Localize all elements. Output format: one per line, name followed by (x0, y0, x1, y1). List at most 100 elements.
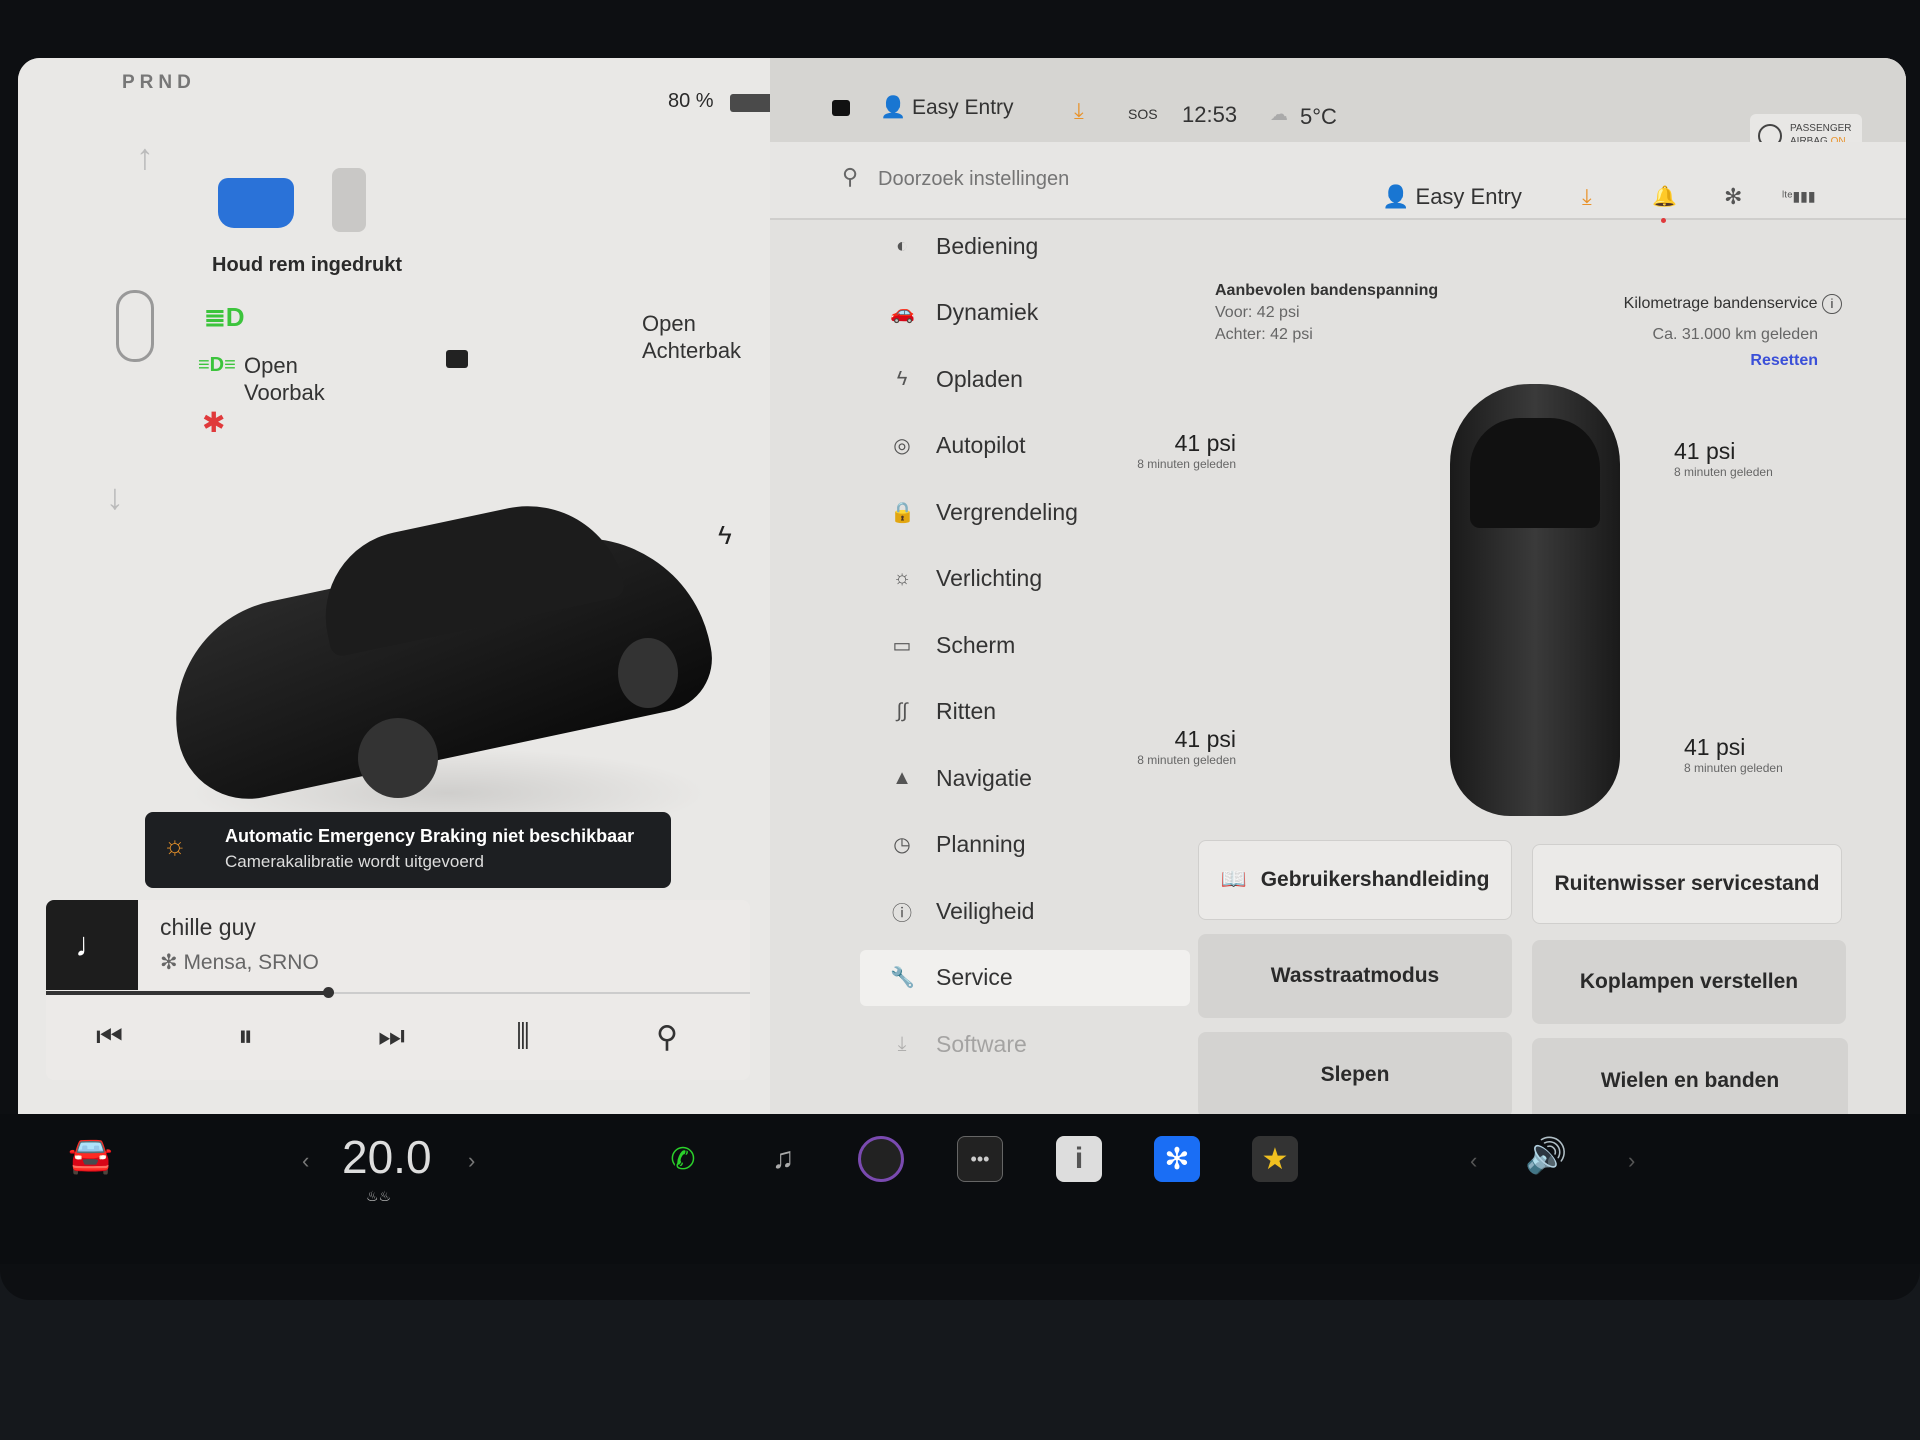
up-arrow-icon: ↑ (136, 136, 154, 177)
volume-up-button[interactable]: › (1628, 1148, 1635, 1174)
volume-icon[interactable]: 🔊 (1525, 1136, 1567, 1176)
car-wash-mode-button[interactable]: Wasstraatmodus (1198, 934, 1512, 1018)
display-icon: ▭ (892, 634, 912, 657)
pause-button[interactable]: ⏸ (238, 1020, 253, 1054)
lock-icon: 🔒 (890, 501, 915, 524)
rr-time: 8 minuten geleden (1684, 761, 1783, 775)
menu-item-opladen[interactable]: ϟ Opladen (860, 351, 1190, 407)
previous-track-button[interactable]: ⏮ (96, 1020, 123, 1054)
phone-icon[interactable]: ✆ (660, 1136, 706, 1182)
accelerator-pedal-icon (332, 168, 366, 232)
car-outline-icon (116, 290, 154, 362)
trips-icon: ∫∫ (896, 700, 908, 722)
info-icon[interactable]: i (1822, 294, 1842, 314)
menu-item-label: Software (936, 1030, 1027, 1057)
menu-item-planning[interactable]: ◷ Planning (860, 817, 1190, 873)
charge-port-icon[interactable]: ϟ (718, 520, 732, 551)
media-search-button[interactable]: ⚲ (656, 1020, 678, 1055)
trunk-label-1: Open (642, 311, 696, 336)
owners-manual-button[interactable]: 📖 Gebruikershandleiding (1198, 840, 1512, 920)
manual-icon[interactable]: i (1056, 1136, 1102, 1182)
temp-down-button[interactable]: ‹ (302, 1148, 309, 1174)
bolt-icon: ϟ (896, 367, 908, 390)
camera-icon[interactable] (858, 1136, 904, 1182)
menu-item-veiligheid[interactable]: ⓘ Veiligheid (860, 883, 1190, 939)
menu-item-label: Verlichting (936, 565, 1043, 591)
tire-rear-right: 41 psi 8 minuten geleden (1684, 734, 1783, 775)
recommended-pressure-title: Aanbevolen bandenspanning (1215, 282, 1439, 299)
reset-link[interactable]: Resetten (1750, 352, 1818, 370)
wheels-tires-button[interactable]: Wielen en banden (1532, 1038, 1848, 1114)
more-icon[interactable]: ••• (957, 1136, 1003, 1182)
cloud-icon: ☁ (1270, 104, 1288, 124)
track-title: chille guy (160, 914, 256, 940)
temp-up-button[interactable]: › (468, 1148, 475, 1174)
menu-item-label: Planning (936, 831, 1026, 857)
tow-mode-button[interactable]: Slepen (1198, 1032, 1512, 1114)
menu-item-label: Autopilot (936, 432, 1026, 458)
menu-item-label: Ritten (936, 698, 997, 724)
menu-item-service[interactable]: 🔧 Service (860, 949, 1190, 1006)
tire-rear-left: 41 psi 8 minuten geleden (1137, 726, 1236, 767)
progress-fill (46, 991, 328, 995)
cabin-temperature[interactable]: 20.0 (342, 1130, 432, 1184)
artist-text: Mensa, SRNO (183, 951, 319, 974)
menu-item-software[interactable]: ⤓ Software (860, 1016, 1190, 1072)
tire-service-value: Ca. 31.000 km geleden (1652, 326, 1818, 343)
unlock-icon[interactable] (446, 350, 468, 368)
car-controls-icon[interactable]: 🚘 (68, 1134, 113, 1176)
bluetooth-icon[interactable]: ✻ (1154, 1136, 1200, 1182)
next-track-button[interactable]: ⏭ (378, 1020, 405, 1054)
seat-heater-icon[interactable]: ♨♨ (366, 1188, 391, 1205)
menu-item-scherm[interactable]: ▭ Scherm (860, 617, 1190, 673)
wiper-service-button[interactable]: Ruitenwisser servicestand (1532, 844, 1842, 924)
fl-value: 41 psi (1174, 430, 1236, 456)
menu-item-label: Vergrendeling (936, 498, 1078, 525)
menu-item-label: Scherm (936, 631, 1016, 658)
status-profile-text: Easy Entry (911, 96, 1014, 119)
menu-item-dynamiek[interactable]: 🚗 Dynamiek (860, 285, 1190, 341)
status-profile[interactable]: 👤 Easy Entry (880, 96, 1014, 120)
volume-down-button[interactable]: ‹ (1470, 1148, 1477, 1174)
adjust-headlights-button[interactable]: Koplampen verstellen (1532, 940, 1846, 1024)
notification-bell-icon[interactable]: 🔔 (1652, 184, 1677, 209)
rr-value: 41 psi (1684, 734, 1746, 760)
menu-item-vergrendeling[interactable]: 🔒 Vergrendeling (860, 484, 1190, 540)
rl-value: 41 psi (1174, 726, 1236, 752)
battery-percent: 80 % (668, 90, 714, 112)
fl-time: 8 minuten geleden (1137, 457, 1236, 471)
menu-item-verlichting[interactable]: ☼ Verlichting (860, 551, 1190, 607)
menu-item-label: Dynamiek (936, 299, 1039, 325)
download-icon[interactable]: ⤓ (1582, 184, 1592, 210)
bluetooth-status-icon[interactable]: ✻ (1724, 184, 1742, 210)
vehicle-panel: PRND 80 % ↑ ↓ Houd rem ingedrukt ≣D ≡D≡ … (18, 58, 776, 1114)
search-icon: ⚲ (842, 164, 859, 189)
music-icon[interactable]: ♫ (760, 1136, 806, 1182)
open-trunk-button[interactable]: Open Achterbak (642, 310, 741, 364)
settings-search-input[interactable] (878, 162, 1278, 196)
album-art[interactable]: ♩ (46, 900, 138, 990)
open-frunk-button[interactable]: Open Voorbak (244, 352, 325, 406)
rl-time: 8 minuten geleden (1137, 753, 1236, 767)
clock-icon: ◷ (893, 834, 911, 856)
touchscreen: PRND 80 % ↑ ↓ Houd rem ingedrukt ≣D ≡D≡ … (18, 58, 1906, 1114)
games-icon[interactable]: ★ (1252, 1136, 1298, 1182)
menu-item-label: Navigatie (936, 764, 1032, 791)
sos-indicator[interactable]: SOS (1128, 106, 1158, 122)
alert-circle-icon: ⓘ (892, 902, 912, 925)
tire-front-right: 41 psi 8 minuten geleden (1674, 438, 1773, 479)
rear-pressure: Achter: 42 psi (1215, 326, 1313, 343)
brake-hint: Houd rem ingedrukt (212, 254, 403, 276)
camera-warning-icon: ☼ (163, 830, 187, 860)
equalizer-button[interactable]: ⫼ (516, 1020, 530, 1054)
settings-profile-button[interactable]: 👤 Easy Entry (1382, 184, 1522, 210)
progress-handle[interactable] (322, 987, 334, 998)
tire-front-left: 41 psi 8 minuten geleden (1137, 430, 1236, 471)
menu-item-bediening[interactable]: ◐ Bediening (860, 218, 1190, 274)
update-download-icon[interactable]: ⤓ (1074, 98, 1084, 124)
owners-manual-label: Gebruikershandleiding (1260, 868, 1490, 891)
seatbelt-warning-icon: ✱ (202, 407, 226, 438)
menu-item-label: Service (936, 964, 1013, 990)
book-icon: 📖 (1220, 868, 1247, 891)
lock-status-icon[interactable] (832, 100, 850, 116)
